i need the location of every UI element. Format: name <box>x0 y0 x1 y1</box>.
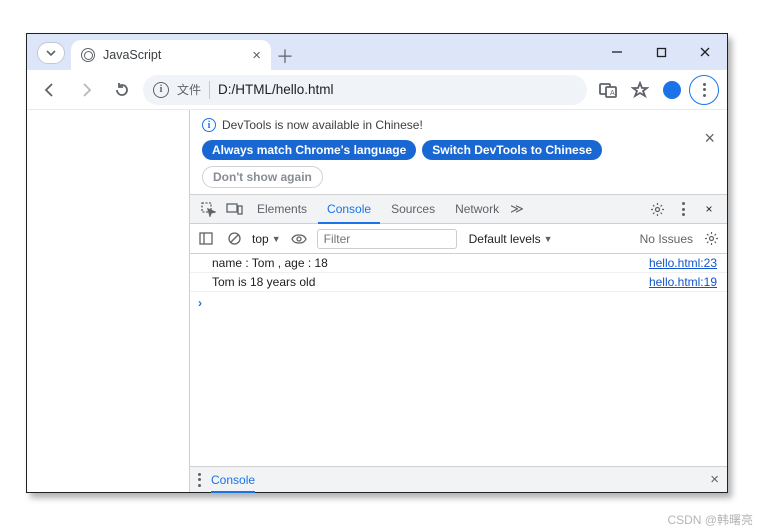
avatar-icon <box>663 81 681 99</box>
console-settings-button[interactable] <box>701 231 721 246</box>
search-tabs-button[interactable] <box>37 42 65 64</box>
globe-icon <box>81 48 95 62</box>
tab-strip: JavaScript × ＋ <box>27 34 727 70</box>
close-tab-icon[interactable]: × <box>252 47 261 64</box>
chevron-down-icon <box>46 48 56 58</box>
context-selector[interactable]: top▼ <box>252 232 281 246</box>
watermark: CSDN @韩曙亮 <box>667 511 753 528</box>
tab-network[interactable]: Network <box>446 194 508 224</box>
maximize-button[interactable] <box>639 34 683 70</box>
forward-button[interactable] <box>71 75 101 105</box>
caret-down-icon: ▼ <box>272 234 281 244</box>
site-info-icon[interactable]: i <box>153 82 169 98</box>
menu-button[interactable] <box>689 75 719 105</box>
devtools-panel: i DevTools is now available in Chinese! … <box>189 110 727 492</box>
console-output[interactable]: name : Tom , age : 18 hello.html:23 Tom … <box>190 254 727 466</box>
svg-text:A: A <box>610 90 615 97</box>
address-bar[interactable]: i 文件 D:/HTML/hello.html <box>143 75 587 105</box>
log-source-link[interactable]: hello.html:19 <box>649 275 727 289</box>
log-source-link[interactable]: hello.html:23 <box>649 256 727 270</box>
switch-devtools-language-button[interactable]: Switch DevTools to Chinese <box>422 140 602 160</box>
tab-elements[interactable]: Elements <box>248 194 316 224</box>
separator <box>209 81 210 99</box>
always-match-language-button[interactable]: Always match Chrome's language <box>202 140 416 160</box>
log-entry: name : Tom , age : 18 hello.html:23 <box>190 254 727 273</box>
console-toolbar: top▼ Default levels▼ No Issues <box>190 224 727 254</box>
log-message: Tom is 18 years old <box>212 275 649 289</box>
caret-down-icon: ▼ <box>544 234 553 244</box>
devtools-tabs: Elements Console Sources Network ≫ × <box>190 194 727 224</box>
devtools-drawer: Console × <box>190 466 727 492</box>
inspect-element-button[interactable] <box>196 202 220 217</box>
dont-show-again-button[interactable]: Don't show again <box>202 166 323 188</box>
kebab-icon <box>198 473 201 487</box>
tab-console[interactable]: Console <box>318 194 380 224</box>
close-devtools-button[interactable]: × <box>697 202 721 216</box>
info-icon: i <box>202 118 216 132</box>
tab-sources[interactable]: Sources <box>382 194 444 224</box>
toggle-sidebar-button[interactable] <box>196 232 216 245</box>
more-tabs-button[interactable]: ≫ <box>510 201 524 217</box>
levels-label: Default levels <box>469 232 541 246</box>
notice-text: DevTools is now available in Chinese! <box>222 118 423 132</box>
profile-button[interactable] <box>657 75 687 105</box>
context-label: top <box>252 232 269 246</box>
bookmark-button[interactable] <box>625 75 655 105</box>
log-entry: Tom is 18 years old hello.html:19 <box>190 273 727 292</box>
close-notice-button[interactable]: × <box>704 128 715 149</box>
new-tab-button[interactable]: ＋ <box>271 42 299 70</box>
log-levels-selector[interactable]: Default levels▼ <box>469 232 553 246</box>
log-message: name : Tom , age : 18 <box>212 256 649 270</box>
device-toolbar-button[interactable] <box>222 202 246 216</box>
drawer-tab-console[interactable]: Console <box>211 467 255 493</box>
minimize-button[interactable] <box>595 34 639 70</box>
drawer-menu-button[interactable] <box>198 473 201 487</box>
close-drawer-button[interactable]: × <box>710 471 719 488</box>
devtools-menu-button[interactable] <box>671 202 695 216</box>
filter-input[interactable] <box>317 229 457 249</box>
close-window-button[interactable] <box>683 34 727 70</box>
back-button[interactable] <box>35 75 65 105</box>
tab-title: JavaScript <box>103 48 161 62</box>
devtools-settings-button[interactable] <box>645 202 669 217</box>
url-text: D:/HTML/hello.html <box>218 82 334 97</box>
kebab-icon <box>703 83 706 97</box>
reload-button[interactable] <box>107 75 137 105</box>
kebab-icon <box>682 202 685 216</box>
devtools-language-notice: i DevTools is now available in Chinese! … <box>190 110 727 194</box>
url-scheme-label: 文件 <box>177 81 201 98</box>
toolbar: i 文件 D:/HTML/hello.html A <box>27 70 727 110</box>
live-expression-button[interactable] <box>289 233 309 245</box>
content-area: i DevTools is now available in Chinese! … <box>27 110 727 492</box>
translate-button[interactable]: A <box>593 75 623 105</box>
page-viewport <box>27 110 189 492</box>
console-prompt[interactable]: › <box>190 292 727 310</box>
clear-console-button[interactable] <box>224 232 244 245</box>
browser-tab[interactable]: JavaScript × <box>71 40 271 70</box>
issues-indicator[interactable]: No Issues <box>640 232 693 246</box>
browser-window: JavaScript × ＋ i 文件 D:/HTML/hello.html A <box>26 33 728 493</box>
window-controls <box>595 34 727 70</box>
